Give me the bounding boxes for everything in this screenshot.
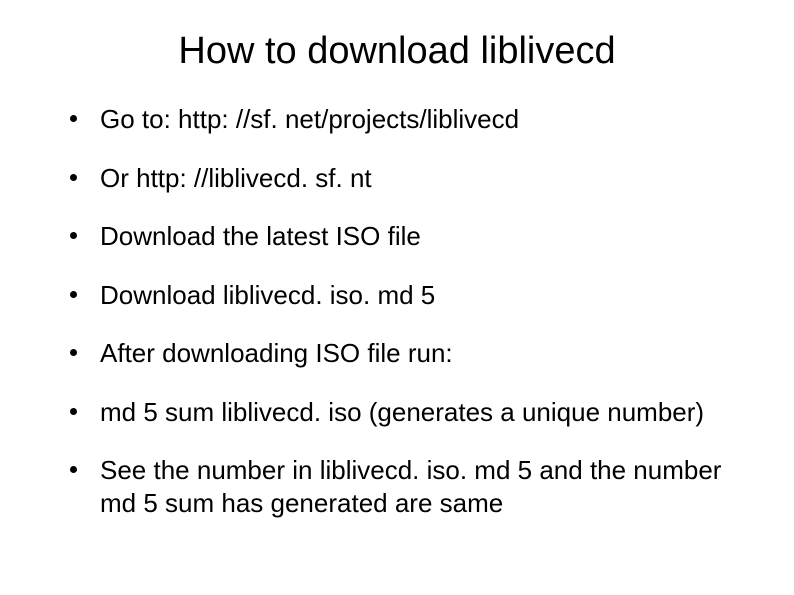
list-item: See the number in liblivecd. iso. md 5 a… [70, 454, 744, 519]
slide: How to download liblivecd Go to: http: /… [0, 0, 794, 595]
list-item: md 5 sum liblivecd. iso (generates a uni… [70, 396, 744, 429]
list-item: After downloading ISO file run: [70, 337, 744, 370]
list-item: Download the latest ISO file [70, 220, 744, 253]
list-item: Download liblivecd. iso. md 5 [70, 279, 744, 312]
bullet-list: Go to: http: //sf. net/projects/liblivec… [40, 103, 754, 519]
list-item: Or http: //liblivecd. sf. nt [70, 162, 744, 195]
list-item: Go to: http: //sf. net/projects/liblivec… [70, 103, 744, 136]
page-title: How to download liblivecd [40, 30, 754, 73]
